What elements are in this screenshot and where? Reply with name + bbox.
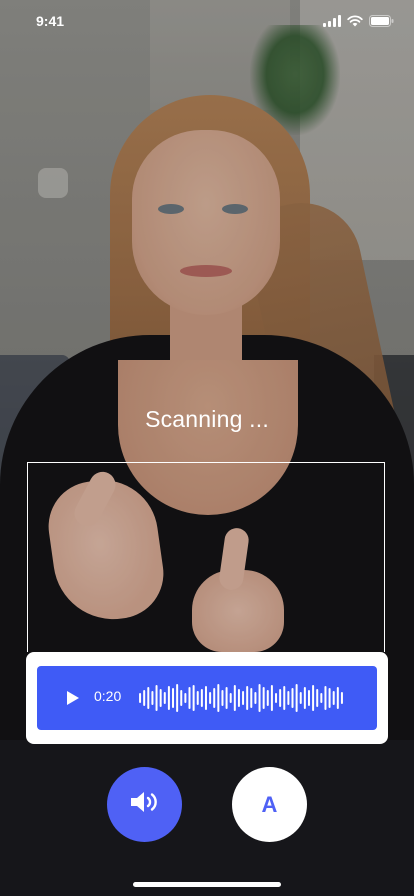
waveform-bar	[312, 685, 315, 711]
waveform-bar	[184, 693, 187, 703]
waveform-bar	[225, 687, 228, 709]
cellular-signal-icon	[323, 14, 341, 32]
waveform-bar	[270, 685, 273, 711]
waveform-bar	[279, 689, 282, 707]
waveform-bar	[221, 690, 224, 706]
waveform-bar	[188, 687, 191, 709]
waveform-bar	[139, 693, 142, 703]
waveform-bar	[262, 687, 265, 709]
audio-player: 0:20	[37, 666, 377, 730]
play-icon[interactable]	[67, 691, 79, 705]
speaker-button[interactable]	[107, 767, 182, 842]
text-mode-label: A	[261, 791, 278, 817]
waveform-bar	[147, 687, 150, 709]
waveform-bar	[176, 684, 179, 712]
waveform-bar	[328, 688, 331, 708]
status-time: 9:41	[36, 13, 65, 29]
waveform-bar	[316, 689, 319, 707]
waveform-bar	[340, 692, 343, 704]
waveform-bar	[332, 691, 335, 705]
waveform-bar	[217, 684, 220, 712]
speaker-icon	[129, 789, 161, 820]
waveform-bar	[233, 685, 236, 711]
waveform-bar	[295, 684, 298, 712]
waveform-bar	[155, 685, 158, 711]
scanning-label: Scanning ...	[145, 406, 269, 432]
status-bar: 9:41	[0, 0, 414, 44]
waveform-bar	[287, 691, 290, 705]
waveform-bar	[237, 689, 240, 707]
camera-feed-image	[0, 0, 414, 896]
battery-icon	[369, 14, 394, 32]
waveform-bar	[196, 691, 199, 705]
waveform-bar	[204, 686, 207, 710]
audio-waveform[interactable]	[138, 676, 344, 720]
waveform-bar	[151, 691, 154, 705]
waveform-bar	[167, 686, 170, 710]
waveform-bar	[229, 693, 232, 703]
waveform-bar	[291, 688, 294, 708]
waveform-bar	[163, 692, 166, 704]
waveform-bar	[159, 689, 162, 707]
audio-card: 0:20	[26, 652, 388, 744]
waveform-bar	[299, 692, 302, 704]
waveform-bar	[213, 688, 216, 708]
scan-frame	[27, 462, 385, 652]
waveform-bar	[242, 691, 245, 705]
text-mode-button[interactable]: A	[232, 767, 307, 842]
waveform-bar	[336, 687, 339, 709]
status-icons	[323, 14, 394, 32]
waveform-bar	[307, 690, 310, 706]
waveform-bar	[192, 685, 195, 711]
waveform-bar	[320, 693, 323, 703]
audio-time: 0:20	[94, 688, 122, 704]
waveform-bar	[172, 688, 175, 708]
waveform-bar	[250, 688, 253, 708]
waveform-bar	[254, 692, 257, 704]
waveform-bar	[200, 689, 203, 707]
waveform-bar	[246, 686, 249, 710]
waveform-bar	[283, 686, 286, 710]
waveform-bar	[258, 684, 261, 712]
waveform-bar	[324, 686, 327, 710]
waveform-bar	[303, 687, 306, 709]
waveform-bar	[143, 690, 146, 706]
waveform-bar	[266, 690, 269, 706]
sign-scanner-screen: 9:41 Scanning ... 0:20 A	[0, 0, 414, 896]
waveform-bar	[275, 693, 278, 703]
home-indicator[interactable]	[133, 882, 281, 887]
wifi-icon	[347, 14, 363, 32]
waveform-bar	[209, 692, 212, 704]
waveform-bar	[180, 690, 183, 706]
